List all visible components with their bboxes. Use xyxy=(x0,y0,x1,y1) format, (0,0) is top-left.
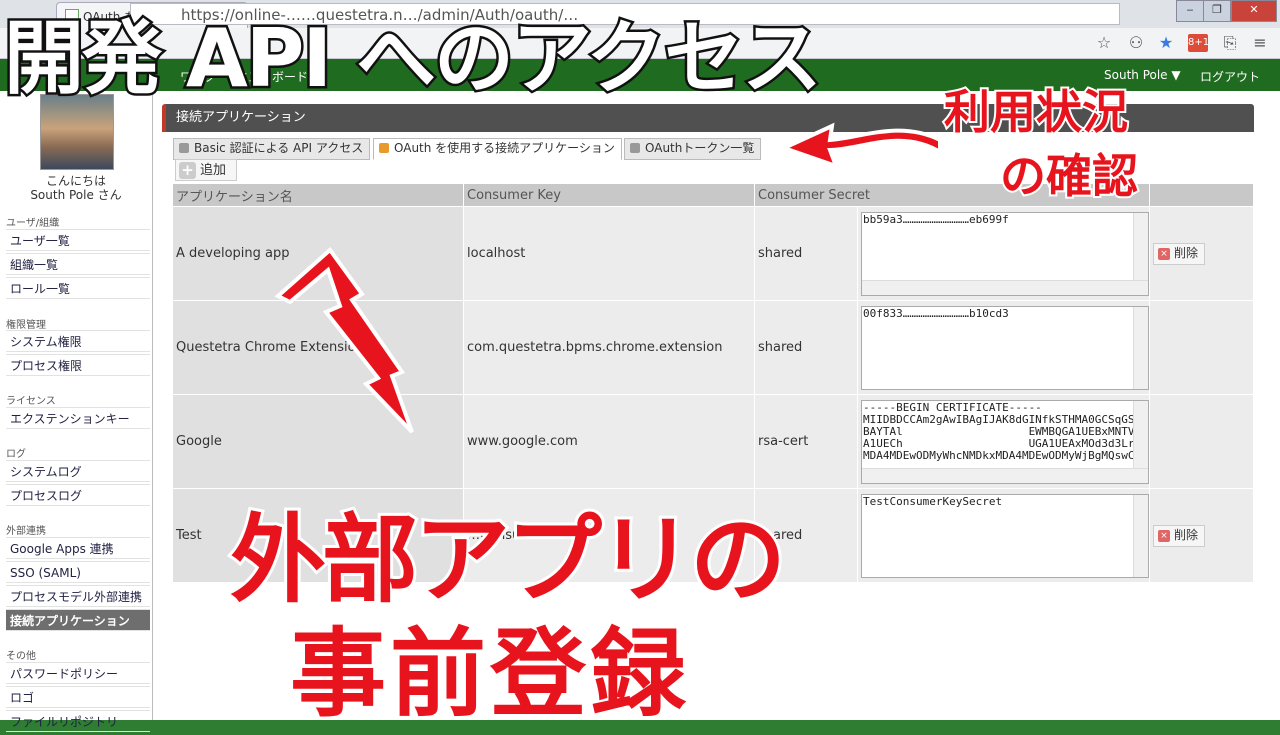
caption-title: 開発 API へのアクセス xyxy=(1,10,824,108)
arrow-left-icon xyxy=(778,122,942,170)
arrow-up-icon xyxy=(274,247,414,434)
caption-usage-line1: 利用状況 xyxy=(942,83,1130,141)
caption-usage-line2: の確認 xyxy=(998,147,1140,205)
caption-register-line2: 事前登録 xyxy=(287,615,690,733)
